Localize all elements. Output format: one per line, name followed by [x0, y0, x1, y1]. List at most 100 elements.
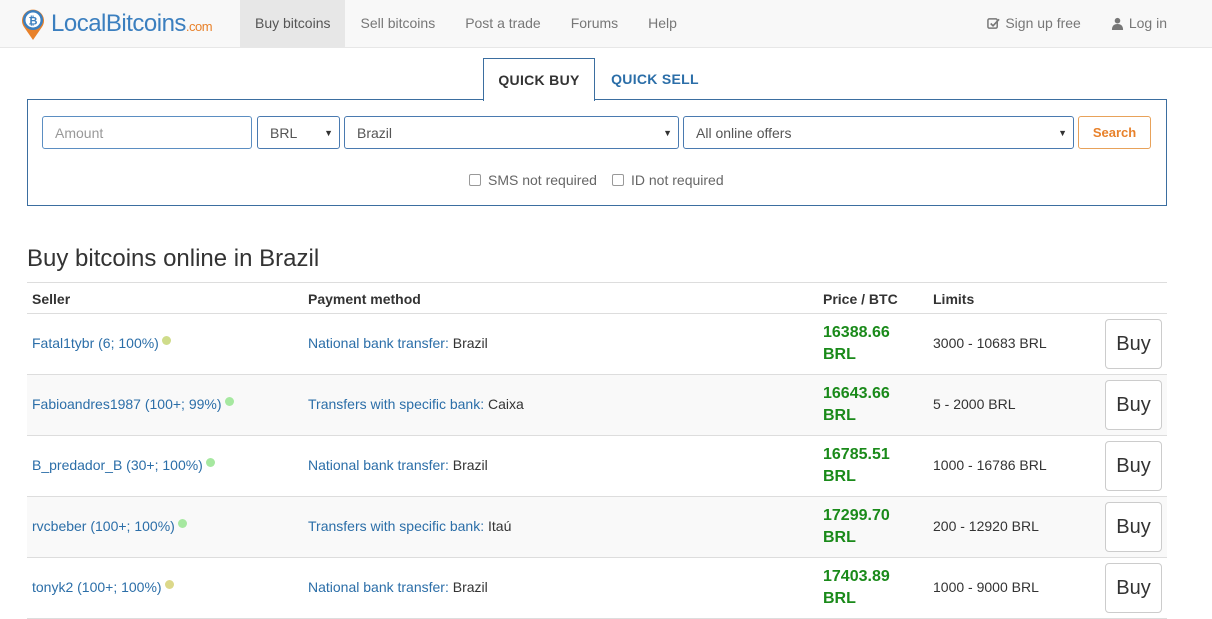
- payment-detail: Itaú: [484, 518, 512, 534]
- country-value: Brazil: [357, 124, 393, 141]
- dropdown-caret-icon: ▼: [1058, 128, 1067, 138]
- page-title: Buy bitcoins online in Brazil: [27, 245, 320, 272]
- payment-method-link[interactable]: National bank transfer:: [308, 579, 449, 595]
- currency-select[interactable]: BRL ▼: [257, 116, 340, 149]
- seller-link[interactable]: tonyk2 (100+; 100%): [32, 579, 174, 595]
- table-row: B_predador_B (30+; 100%) National bank t…: [27, 436, 1167, 497]
- seller-link[interactable]: B_predador_B (30+; 100%): [32, 457, 215, 473]
- price-cell: 17299.70 BRL: [823, 505, 913, 549]
- table-row: tonyk2 (100+; 100%) National bank transf…: [27, 558, 1167, 619]
- checkbox-box[interactable]: [469, 174, 481, 186]
- nav-buy-bitcoins[interactable]: Buy bitcoins: [240, 0, 346, 47]
- limits-cell: 1000 - 16786 BRL: [933, 457, 1047, 473]
- table-header: Seller Payment method Price / BTC Limits: [27, 282, 1167, 314]
- payment-detail: Caixa: [484, 396, 524, 412]
- online-status-dot: [205, 458, 215, 467]
- svg-text:₿: ₿: [29, 16, 38, 28]
- payment-detail: Brazil: [448, 457, 488, 473]
- check-square-icon: [987, 18, 1001, 29]
- buy-button[interactable]: Buy: [1105, 319, 1162, 369]
- currency-value: BRL: [270, 124, 298, 141]
- table-row: Fabioandres1987 (100+; 99%) Transfers wi…: [27, 375, 1167, 436]
- seller-link[interactable]: rvcbeber (100+; 100%): [32, 518, 187, 534]
- buy-button[interactable]: Buy: [1105, 563, 1162, 613]
- price-cell: 16643.66 BRL: [823, 383, 913, 427]
- user-icon: [1111, 17, 1123, 30]
- nav-forums[interactable]: Forums: [556, 0, 633, 47]
- offers-select[interactable]: All online offers ▼: [683, 116, 1074, 149]
- table-row: rvcbeber (100+; 100%) Transfers with spe…: [27, 497, 1167, 558]
- search-button[interactable]: Search: [1078, 116, 1151, 149]
- price-cell: 17403.89 BRL: [823, 566, 913, 610]
- tab-quick-sell[interactable]: QUICK SELL: [595, 58, 715, 100]
- login-label: Log in: [1128, 15, 1167, 31]
- table-row: Fatal1tybr (6; 100%) National bank trans…: [27, 314, 1167, 375]
- payment-method-link[interactable]: National bank transfer:: [308, 457, 449, 473]
- online-status-dot: [164, 580, 174, 589]
- country-select[interactable]: Brazil ▼: [344, 116, 679, 149]
- online-status-dot: [177, 519, 187, 528]
- main-nav: Buy bitcoins Sell bitcoins Post a trade …: [240, 0, 692, 47]
- payment-method-link[interactable]: National bank transfer:: [308, 335, 449, 351]
- payment-method: Transfers with specific bank: Caixa: [308, 396, 524, 412]
- price-cell: 16388.66 BRL: [823, 322, 913, 366]
- header-seller: Seller: [32, 291, 71, 307]
- buy-button[interactable]: Buy: [1105, 441, 1162, 491]
- price-value: 16388.66: [823, 324, 890, 341]
- site-logo-text: LocalBitcoins.com: [51, 10, 213, 37]
- price-unit: BRL: [823, 407, 856, 424]
- seller-name: Fatal1tybr (6; 100%): [32, 335, 159, 351]
- sms-label: SMS not required: [488, 172, 597, 188]
- offers-table: Seller Payment method Price / BTC Limits…: [27, 282, 1167, 619]
- seller-link[interactable]: Fabioandres1987 (100+; 99%): [32, 396, 234, 412]
- price-value: 16785.51: [823, 446, 890, 463]
- signup-link[interactable]: Sign up free: [972, 0, 1096, 47]
- price-value: 16643.66: [823, 385, 890, 402]
- account-nav: Sign up free Log in: [972, 0, 1182, 47]
- amount-input[interactable]: Amount: [42, 116, 252, 149]
- payment-method-link[interactable]: Transfers with specific bank:: [308, 396, 484, 412]
- online-status-dot: [161, 336, 171, 345]
- seller-name: tonyk2 (100+; 100%): [32, 579, 162, 595]
- payment-method: National bank transfer: Brazil: [308, 579, 488, 595]
- price-unit: BRL: [823, 590, 856, 607]
- payment-method: National bank transfer: Brazil: [308, 335, 488, 351]
- payment-detail: Brazil: [448, 579, 488, 595]
- seller-link[interactable]: Fatal1tybr (6; 100%): [32, 335, 171, 351]
- price-value: 17299.70: [823, 507, 890, 524]
- payment-detail: Brazil: [448, 335, 488, 351]
- limits-cell: 200 - 12920 BRL: [933, 518, 1039, 534]
- dropdown-caret-icon: ▼: [663, 128, 672, 138]
- seller-name: rvcbeber (100+; 100%): [32, 518, 175, 534]
- seller-name: B_predador_B (30+; 100%): [32, 457, 203, 473]
- dropdown-caret-icon: ▼: [324, 128, 333, 138]
- header-payment-method: Payment method: [308, 291, 421, 307]
- top-navbar: ₿ LocalBitcoins.com Buy bitcoins Sell bi…: [0, 0, 1212, 48]
- amount-placeholder: Amount: [55, 124, 104, 141]
- nav-post-a-trade[interactable]: Post a trade: [450, 0, 556, 47]
- buy-button[interactable]: Buy: [1105, 502, 1162, 552]
- nav-help[interactable]: Help: [633, 0, 692, 47]
- site-logo[interactable]: ₿ LocalBitcoins.com: [20, 7, 213, 41]
- buy-button[interactable]: Buy: [1105, 380, 1162, 430]
- seller-name: Fabioandres1987 (100+; 99%): [32, 396, 222, 412]
- checkbox-box[interactable]: [612, 174, 624, 186]
- tab-quick-buy[interactable]: QUICK BUY: [483, 58, 595, 101]
- payment-method-link[interactable]: Transfers with specific bank:: [308, 518, 484, 534]
- limits-cell: 3000 - 10683 BRL: [933, 335, 1047, 351]
- signup-label: Sign up free: [1005, 15, 1081, 31]
- online-status-dot: [224, 397, 234, 406]
- price-unit: BRL: [823, 468, 856, 485]
- price-cell: 16785.51 BRL: [823, 444, 913, 488]
- quick-tabs: QUICK BUY QUICK SELL: [27, 58, 1167, 101]
- nav-sell-bitcoins[interactable]: Sell bitcoins: [345, 0, 450, 47]
- id-label: ID not required: [631, 172, 724, 188]
- sms-not-required-checkbox[interactable]: SMS not required: [469, 172, 597, 188]
- limits-cell: 1000 - 9000 BRL: [933, 579, 1039, 595]
- offers-value: All online offers: [696, 124, 792, 141]
- login-link[interactable]: Log in: [1096, 0, 1182, 47]
- price-unit: BRL: [823, 346, 856, 363]
- id-not-required-checkbox[interactable]: ID not required: [612, 172, 724, 188]
- header-limits: Limits: [933, 291, 975, 307]
- payment-method: National bank transfer: Brazil: [308, 457, 488, 473]
